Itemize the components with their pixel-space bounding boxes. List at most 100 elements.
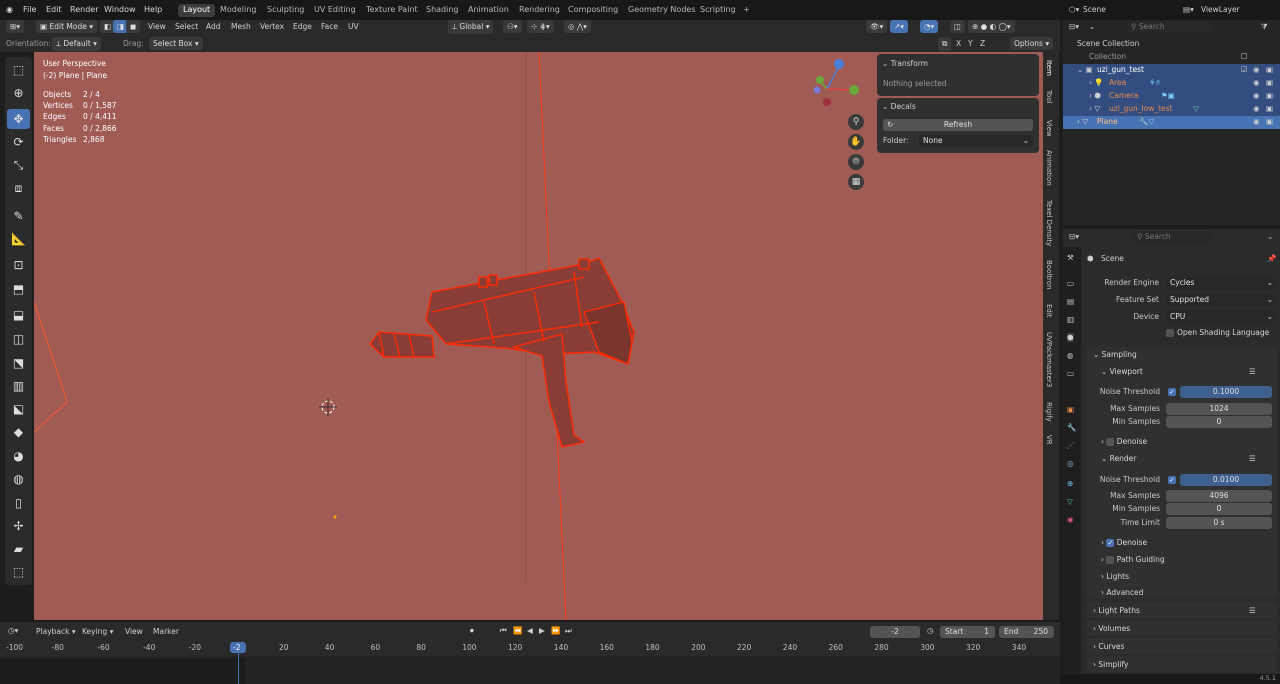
simplify-header[interactable]: › Simplify bbox=[1093, 660, 1128, 669]
include-checkbox[interactable]: ☑ bbox=[1241, 65, 1248, 74]
camera-view-icon[interactable]: ⦾ bbox=[848, 154, 864, 170]
rip-region-tool-icon[interactable]: ⬚ bbox=[7, 562, 30, 582]
material-tab-icon[interactable]: ◉ bbox=[1067, 515, 1074, 524]
smooth-tool-icon[interactable]: ◍ bbox=[7, 469, 30, 489]
menu-select[interactable]: Select bbox=[175, 22, 198, 31]
knife-tool-icon[interactable]: ⬕ bbox=[7, 399, 30, 419]
time-limit-field[interactable]: 0 s bbox=[1166, 517, 1272, 529]
menu-window[interactable]: Window bbox=[104, 5, 136, 14]
outliner-search-input[interactable]: ⚲ Search bbox=[1127, 21, 1213, 33]
tab-rendering[interactable]: Rendering bbox=[514, 4, 565, 17]
xray-icon[interactable]: ◫ bbox=[950, 20, 966, 33]
pin-icon[interactable]: 📌 bbox=[1267, 254, 1276, 263]
r-noise-threshold-checkbox[interactable]: ✓ bbox=[1168, 476, 1176, 484]
playhead-line[interactable] bbox=[238, 648, 239, 684]
viewport-subpanel-header[interactable]: ⌄ Viewport bbox=[1101, 367, 1143, 376]
current-frame-field[interactable]: -2 bbox=[870, 626, 920, 638]
pan-hand-icon[interactable]: ✋ bbox=[848, 134, 864, 150]
tab-animation-side[interactable]: Animation bbox=[1045, 150, 1053, 186]
feature-set-dropdown[interactable]: Supported ⌄ bbox=[1166, 294, 1276, 306]
device-dropdown[interactable]: CPU ⌄ bbox=[1166, 311, 1276, 323]
decals-panel-title[interactable]: ⌄ Decals bbox=[882, 102, 916, 111]
tab-texture-paint[interactable]: Texture Paint bbox=[361, 4, 423, 17]
menu-playback[interactable]: Playback ▾ bbox=[36, 627, 76, 636]
tab-view[interactable]: View bbox=[1045, 120, 1053, 137]
ortho-grid-icon[interactable]: ▦ bbox=[848, 174, 864, 190]
shear-tool-icon[interactable]: ▰ bbox=[7, 539, 30, 559]
menu-add[interactable]: Add bbox=[206, 22, 221, 31]
sampling-header[interactable]: ⌄ Sampling bbox=[1093, 350, 1137, 359]
shrink-fatten-tool-icon[interactable]: ✢ bbox=[7, 516, 30, 536]
vp-noise-threshold-checkbox[interactable]: ✓ bbox=[1168, 388, 1176, 396]
menu-edge[interactable]: Edge bbox=[293, 22, 312, 31]
vp-denoise-checkbox[interactable] bbox=[1106, 438, 1115, 446]
tab-layout[interactable]: Layout bbox=[178, 4, 216, 17]
collection-checkbox[interactable]: ☐ bbox=[1241, 52, 1248, 61]
outliner-filter-icon[interactable]: ⧩ bbox=[1261, 22, 1268, 32]
scene-tab-icon[interactable]: ⬢ bbox=[1067, 333, 1074, 342]
light-data-icon[interactable]: ⚘⌾ bbox=[1149, 78, 1160, 88]
record-icon[interactable]: ⏺ bbox=[470, 626, 474, 636]
eye-icon[interactable]: ◉ bbox=[1253, 65, 1260, 74]
outliner-item-uzi-gun-low-test[interactable]: › ▽ uzi_gun_low_test ▽ ◉ ▣ bbox=[1063, 103, 1280, 116]
play-reverse-icon[interactable]: ◀ bbox=[527, 626, 533, 635]
r-denoise-header[interactable]: › ✓ Denoise bbox=[1101, 538, 1147, 547]
scene-name[interactable]: Scene bbox=[1083, 5, 1106, 14]
modifier-tab-icon[interactable]: 🔧 bbox=[1067, 423, 1076, 432]
tab-uv-editing[interactable]: UV Editing bbox=[309, 4, 361, 17]
add-workspace-button[interactable]: + bbox=[738, 4, 755, 17]
r-denoise-checkbox[interactable]: ✓ bbox=[1106, 539, 1115, 547]
eye-icon[interactable]: ◉ bbox=[1253, 78, 1260, 87]
poly-build-tool-icon[interactable]: ◆ bbox=[7, 422, 30, 442]
r-max-samples-field[interactable]: 4096 bbox=[1166, 490, 1272, 502]
menu-file[interactable]: File bbox=[23, 5, 36, 14]
properties-type-icon[interactable]: ⊟▾ bbox=[1069, 232, 1079, 241]
prev-keyframe-icon[interactable]: ⏪ bbox=[513, 626, 522, 635]
transform-panel-title[interactable]: ⌄ Transform bbox=[882, 59, 928, 68]
light-paths-header[interactable]: › Light Paths bbox=[1093, 606, 1140, 615]
menu-help[interactable]: Help bbox=[144, 5, 162, 14]
render-subpanel-header[interactable]: ⌄ Render bbox=[1101, 454, 1136, 463]
tab-vr[interactable]: VR bbox=[1045, 435, 1053, 445]
tab-item[interactable]: Item bbox=[1045, 60, 1053, 76]
extrude-region-tool-icon[interactable]: ⬒ bbox=[7, 279, 30, 299]
path-guiding-header[interactable]: › Path Guiding bbox=[1101, 555, 1165, 564]
r-noise-threshold-field[interactable]: 0.0100 bbox=[1180, 474, 1272, 486]
mirror-icon[interactable]: ⧉ bbox=[938, 37, 952, 51]
data-tab-icon[interactable]: ▽ bbox=[1067, 497, 1073, 506]
camera-render-icon[interactable]: ▣ bbox=[1266, 78, 1273, 87]
tab-tool[interactable]: Tool bbox=[1045, 90, 1053, 104]
blender-logo-icon[interactable]: ◉ bbox=[6, 5, 13, 14]
rotate-tool-icon[interactable]: ⟳ bbox=[7, 132, 30, 152]
refresh-button[interactable]: ↻ Refresh bbox=[883, 119, 1033, 131]
physics-tab-icon[interactable]: ◎ bbox=[1067, 459, 1074, 468]
render-tab-icon[interactable]: ▭ bbox=[1067, 279, 1074, 288]
r-min-samples-field[interactable]: 0 bbox=[1166, 503, 1272, 515]
vp-denoise-header[interactable]: › Denoise bbox=[1101, 437, 1147, 446]
orientation-dropdown[interactable]: ⟂ Default ▾ bbox=[52, 37, 101, 51]
loop-cut-tool-icon[interactable]: ▥ bbox=[7, 376, 30, 396]
play-icon[interactable]: ▶ bbox=[539, 626, 545, 635]
tab-geometry-nodes[interactable]: Geometry Nodes bbox=[623, 4, 700, 17]
menu-uv[interactable]: UV bbox=[348, 22, 359, 31]
advanced-header[interactable]: › Advanced bbox=[1101, 588, 1143, 597]
measure-tool-icon[interactable]: 📐 bbox=[7, 229, 30, 249]
outliner-item-area[interactable]: › 💡 Area ⚘⌾ ◉ ▣ bbox=[1063, 77, 1280, 90]
camera-render-icon[interactable]: ▣ bbox=[1266, 65, 1273, 74]
menu-keying[interactable]: Keying ▾ bbox=[82, 627, 113, 636]
world-tab-icon[interactable]: ◍ bbox=[1067, 351, 1074, 360]
jump-end-icon[interactable]: ⏭ bbox=[565, 626, 572, 636]
folder-dropdown[interactable]: None ⌄ bbox=[919, 135, 1033, 147]
presets-icon[interactable]: ☰ bbox=[1249, 367, 1256, 376]
select-face-icon[interactable]: ◼ bbox=[126, 20, 141, 33]
tab-edit[interactable]: Edit bbox=[1045, 304, 1053, 318]
eye-icon[interactable]: ◉ bbox=[1253, 104, 1260, 113]
menu-vertex[interactable]: Vertex bbox=[260, 22, 284, 31]
drag-dropdown[interactable]: Select Box ▾ bbox=[149, 37, 203, 50]
object-tab-icon[interactable]: ▣ bbox=[1067, 405, 1074, 414]
move-tool-icon[interactable]: ✥ bbox=[7, 109, 30, 129]
tab-modeling[interactable]: Modeling bbox=[215, 4, 261, 17]
presets-icon[interactable]: ☰ bbox=[1249, 454, 1256, 463]
outliner-item-uzi-gun-test[interactable]: ⌄ ▣ uzi_gun_test ☑ ◉ ▣ bbox=[1063, 64, 1280, 77]
menu-timeline-view[interactable]: View bbox=[125, 627, 143, 636]
